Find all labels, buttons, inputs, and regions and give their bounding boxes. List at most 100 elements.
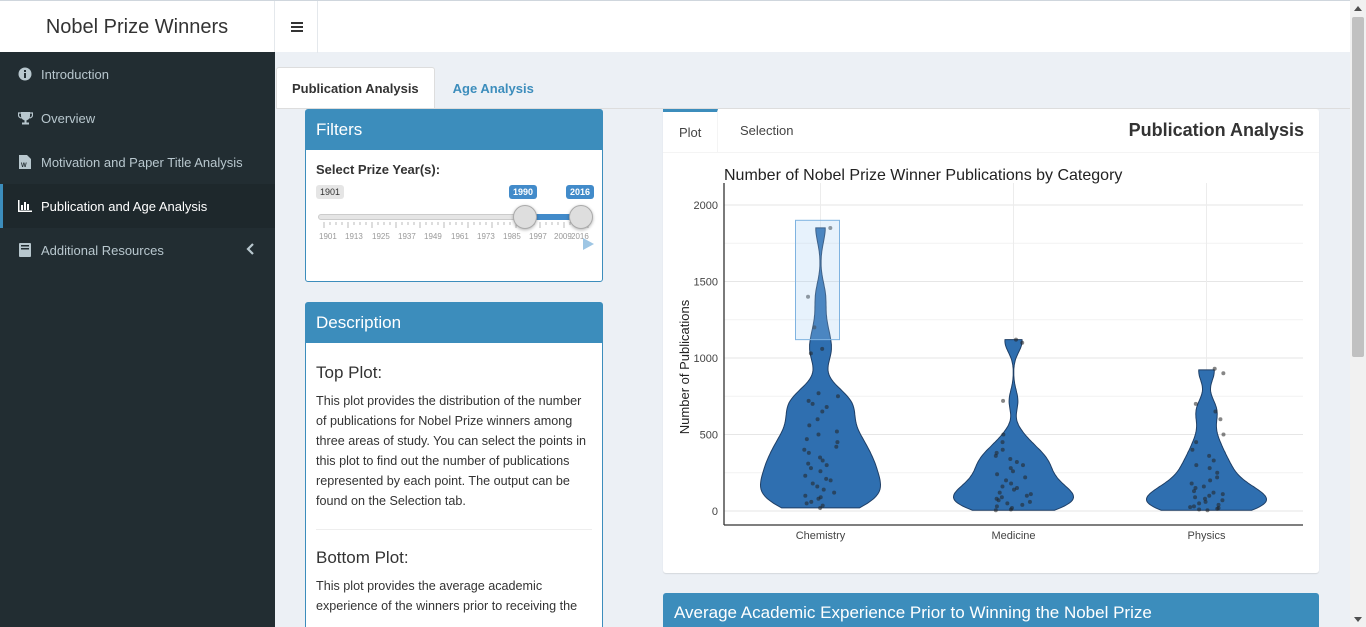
data-point[interactable] (818, 469, 823, 474)
data-point[interactable] (1207, 466, 1212, 471)
data-point[interactable] (824, 404, 829, 409)
data-point[interactable] (834, 444, 839, 449)
data-point[interactable] (815, 417, 820, 422)
data-point[interactable] (1000, 440, 1005, 445)
data-point[interactable] (820, 346, 825, 351)
data-point[interactable] (1020, 340, 1025, 345)
sidebar-toggle-button[interactable] (276, 1, 318, 53)
data-point[interactable] (1189, 481, 1194, 486)
data-point[interactable] (803, 493, 808, 498)
slider-handle-to[interactable] (569, 205, 593, 229)
data-point[interactable] (835, 440, 840, 445)
data-point[interactable] (824, 476, 829, 481)
data-point[interactable] (994, 450, 999, 455)
data-point[interactable] (824, 463, 829, 468)
data-point[interactable] (1197, 507, 1202, 512)
data-point[interactable] (804, 501, 809, 506)
data-point[interactable] (1193, 401, 1198, 406)
data-point[interactable] (1220, 492, 1225, 497)
tab-publication-analysis[interactable]: Publication Analysis (276, 67, 435, 109)
data-point[interactable] (1221, 371, 1226, 376)
data-point[interactable] (995, 472, 1000, 477)
data-point[interactable] (807, 423, 812, 428)
data-point[interactable] (1004, 478, 1009, 483)
data-point[interactable] (1009, 481, 1014, 486)
data-point[interactable] (804, 437, 809, 442)
data-point[interactable] (1211, 490, 1216, 495)
data-point[interactable] (1220, 498, 1225, 503)
data-point[interactable] (834, 429, 839, 434)
data-point[interactable] (1005, 501, 1010, 506)
data-point[interactable] (808, 466, 813, 471)
data-point[interactable] (1193, 495, 1198, 500)
data-point[interactable] (808, 351, 813, 356)
data-point[interactable] (835, 394, 840, 399)
sidebar-item-motivation[interactable]: W Motivation and Paper Title Analysis (0, 140, 275, 184)
scroll-down-arrow-icon[interactable] (1350, 611, 1366, 627)
data-point[interactable] (1221, 432, 1226, 437)
data-point[interactable] (1014, 460, 1019, 465)
data-point[interactable] (1008, 456, 1013, 461)
data-point[interactable] (1215, 470, 1220, 475)
data-point[interactable] (1202, 496, 1207, 501)
data-point[interactable] (1194, 463, 1199, 468)
data-point[interactable] (1000, 484, 1005, 489)
tab-plot[interactable]: Plot (663, 109, 719, 152)
data-point[interactable] (1024, 493, 1029, 498)
tab-age-analysis[interactable]: Age Analysis (435, 67, 549, 109)
data-point[interactable] (1205, 508, 1210, 513)
data-point[interactable] (1216, 502, 1221, 507)
data-point[interactable] (820, 503, 825, 508)
year-range-slider[interactable]: 1901 1990 2016 1901 1913 1925 1937 1949 … (316, 185, 596, 248)
data-point[interactable] (816, 391, 821, 396)
data-point[interactable] (821, 487, 826, 492)
data-point[interactable] (815, 484, 820, 489)
data-point[interactable] (806, 450, 811, 455)
violin-physics[interactable] (1145, 369, 1268, 511)
data-point[interactable] (806, 398, 811, 403)
data-point[interactable] (810, 481, 815, 486)
data-point[interactable] (1194, 440, 1199, 445)
data-point[interactable] (803, 473, 808, 478)
tab-selection[interactable]: Selection (724, 109, 809, 152)
data-point[interactable] (1028, 492, 1033, 497)
page-scrollbar[interactable] (1350, 0, 1366, 627)
data-point[interactable] (997, 490, 1002, 495)
data-point[interactable] (1190, 447, 1195, 452)
data-point[interactable] (1000, 447, 1005, 452)
data-point[interactable] (994, 504, 999, 509)
sidebar-item-additional-resources[interactable]: Additional Resources (0, 228, 275, 272)
data-point[interactable] (1023, 475, 1028, 480)
data-point[interactable] (810, 401, 815, 406)
data-point[interactable] (818, 495, 823, 500)
data-point[interactable] (1207, 453, 1212, 458)
data-point[interactable] (809, 499, 814, 504)
sidebar-item-overview[interactable]: Overview (0, 96, 275, 140)
data-point[interactable] (1213, 409, 1218, 414)
data-point[interactable] (818, 455, 823, 460)
data-point[interactable] (1020, 502, 1025, 507)
data-point[interactable] (1013, 337, 1018, 342)
violin-medicine[interactable] (952, 339, 1075, 511)
data-point[interactable] (1009, 505, 1014, 510)
data-point[interactable] (802, 447, 807, 452)
data-point[interactable] (1208, 478, 1213, 483)
data-point[interactable] (1193, 486, 1198, 491)
sidebar-item-introduction[interactable]: Introduction (0, 52, 275, 96)
data-point[interactable] (1001, 432, 1006, 437)
selection-rectangle[interactable] (795, 219, 840, 341)
data-point[interactable] (1211, 458, 1216, 463)
data-point[interactable] (806, 461, 811, 466)
data-point[interactable] (1001, 398, 1006, 403)
data-point[interactable] (1027, 499, 1032, 504)
data-point[interactable] (1020, 463, 1025, 468)
chevron-left-icon[interactable] (245, 242, 255, 256)
play-animation-icon[interactable] (583, 238, 594, 250)
scrollbar-thumb[interactable] (1352, 17, 1364, 357)
data-point[interactable] (1212, 366, 1217, 371)
data-point[interactable] (828, 478, 833, 483)
data-point[interactable] (832, 490, 837, 495)
data-point[interactable] (1197, 501, 1202, 506)
data-point[interactable] (816, 432, 821, 437)
violin-chart[interactable]: Number of Nobel Prize Winner Publication… (663, 153, 1319, 573)
